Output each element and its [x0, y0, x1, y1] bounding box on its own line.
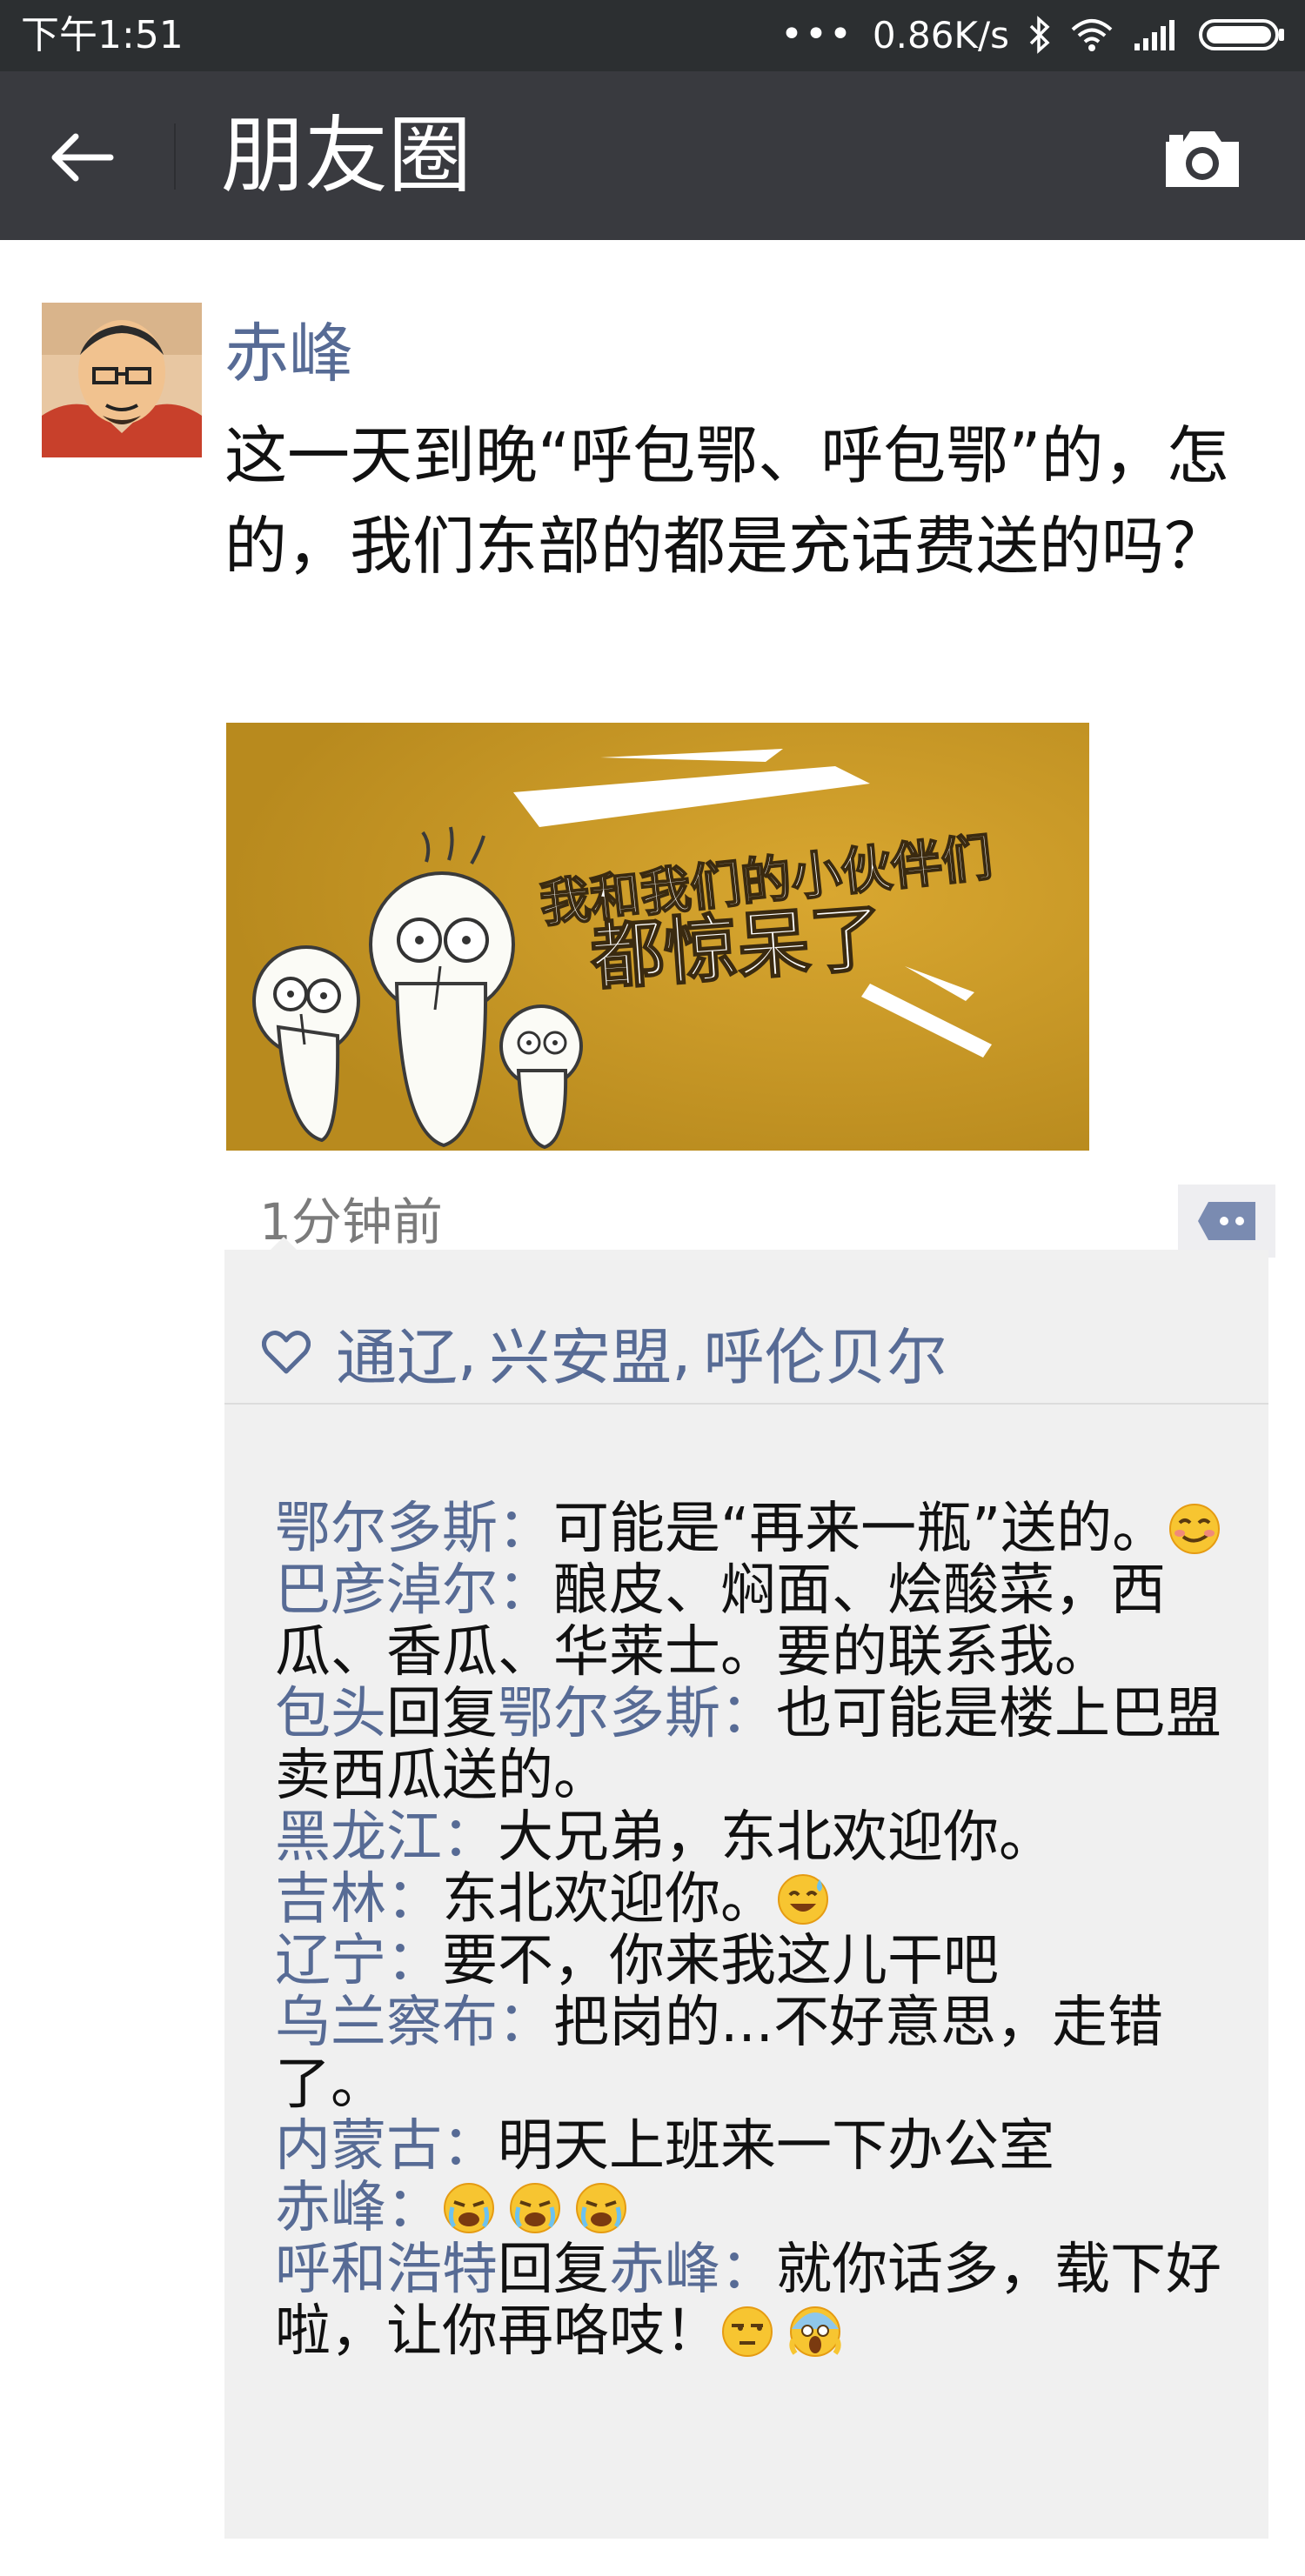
- crying-emoji-icon: [574, 2181, 628, 2235]
- title-bar: 朋友圈: [0, 71, 1305, 240]
- unamused-emoji-icon: [720, 2305, 774, 2359]
- comment-colon: ：: [386, 1929, 442, 1993]
- post-text: 这一天到晚“呼包鄂、呼包鄂”的，怎的，我们东部的都是充话费送的吗？: [224, 419, 1229, 583]
- status-bar: 下午1:51 ••• 0.86K/s: [0, 0, 1305, 71]
- like-separator: ,: [458, 1317, 478, 1388]
- comment-menu-icon: [1198, 1202, 1255, 1240]
- like-user[interactable]: 呼伦贝尔: [704, 1309, 947, 1397]
- title-divider: [174, 123, 176, 190]
- reply-word: 回复: [386, 1682, 498, 1746]
- like-user[interactable]: 通辽: [336, 1309, 458, 1397]
- meme-illustration: 我和我们的小伙伴们 都惊呆了: [226, 723, 1089, 1151]
- comment-colon: ：: [498, 1558, 553, 1623]
- heart-icon: [259, 1325, 313, 1379]
- comment-colon: ：: [386, 2176, 442, 2240]
- status-right: ••• 0.86K/s: [780, 10, 1286, 59]
- comment-item[interactable]: 内蒙古：明天上班来一下办公室: [275, 2116, 1249, 2178]
- page-title: 朋友圈: [221, 107, 472, 204]
- reply-target[interactable]: 赤峰: [609, 2238, 720, 2302]
- comment-item[interactable]: 巴彦淖尔：酿皮、焖面、烩酸菜，西瓜、香瓜、华莱士。要的联系我。: [275, 1560, 1249, 1684]
- comment-author[interactable]: 呼和浩特: [275, 2238, 498, 2302]
- status-time: 下午1:51: [21, 13, 184, 57]
- comment-colon: ：: [386, 1867, 442, 1932]
- comment-colon: ：: [498, 1991, 553, 2055]
- comment-item[interactable]: 黑龙江：大兄弟，东北欢迎你。: [275, 1807, 1249, 1869]
- comment-item[interactable]: 呼和浩特回复赤峰：就你话多，载下好啦，让你再咯吱！: [275, 2239, 1249, 2363]
- back-button[interactable]: [45, 121, 118, 194]
- avatar-cartoon: [42, 303, 202, 457]
- comment-author[interactable]: 鄂尔多斯: [275, 1497, 498, 1561]
- post-image[interactable]: 我和我们的小伙伴们 都惊呆了: [226, 723, 1089, 1151]
- crying-emoji-icon: [508, 2181, 562, 2235]
- comment-item[interactable]: 辽宁：要不，你来我这儿干吧: [275, 1931, 1249, 1992]
- scream-emoji-icon: [788, 2305, 842, 2359]
- smirk-emoji-icon: [1168, 1502, 1221, 1556]
- comment-text: 可能是“再来一瓶”送的。: [553, 1497, 1168, 1561]
- comment-list: 鄂尔多斯：可能是“再来一瓶”送的。 巴彦淖尔：酿皮、焖面、烩酸菜，西瓜、香瓜、华…: [275, 1498, 1249, 2363]
- comment-colon: ：: [442, 2114, 498, 2179]
- reply-target[interactable]: 鄂尔多斯: [498, 1682, 720, 1746]
- reply-word: 回复: [498, 2238, 609, 2302]
- comments-panel: 通辽, 兴安盟, 呼伦贝尔 鄂尔多斯：可能是“再来一瓶”送的。 巴彦淖尔：酿皮、…: [224, 1250, 1268, 2539]
- comment-item[interactable]: 赤峰：: [275, 2178, 1249, 2239]
- wifi-icon: [1070, 17, 1114, 52]
- camera-icon: [1166, 131, 1239, 187]
- comment-action-button[interactable]: [1178, 1185, 1275, 1258]
- comment-item[interactable]: 包头回复鄂尔多斯：也可能是楼上巴盟卖西瓜送的。: [275, 1684, 1249, 1807]
- likes-divider: [224, 1403, 1268, 1405]
- status-dots: •••: [780, 12, 853, 57]
- post-author[interactable]: 赤峰: [224, 315, 353, 393]
- comment-item[interactable]: 鄂尔多斯：可能是“再来一瓶”送的。: [275, 1498, 1249, 1560]
- comment-colon: ：: [442, 1805, 498, 1870]
- like-user[interactable]: 兴安盟: [489, 1309, 672, 1397]
- comment-text: 大兄弟，东北欢迎你。: [498, 1805, 1054, 1870]
- comment-text: 东北欢迎你。: [442, 1867, 776, 1932]
- arrow-left-icon: [51, 133, 114, 182]
- comment-author[interactable]: 乌兰察布: [275, 1991, 498, 2055]
- comment-author[interactable]: 巴彦淖尔: [275, 1558, 498, 1623]
- network-speed: 0.86K/s: [872, 13, 1009, 57]
- avatar[interactable]: [42, 303, 202, 457]
- comment-colon: ：: [498, 1497, 553, 1561]
- comment-colon: ：: [720, 1682, 776, 1746]
- likes-row: 通辽, 兴安盟, 呼伦贝尔: [224, 1302, 1268, 1403]
- battery-icon: [1199, 17, 1286, 52]
- comment-author[interactable]: 吉林: [275, 1867, 386, 1932]
- comment-item[interactable]: 乌兰察布：把岗的...不好意思，走错了。: [275, 1992, 1249, 2116]
- comment-text: 要不，你来我这儿干吧: [442, 1929, 999, 1993]
- camera-button[interactable]: [1161, 123, 1244, 193]
- comment-text: 明天上班来一下办公室: [498, 2114, 1054, 2179]
- comment-author[interactable]: 内蒙古: [275, 2114, 442, 2179]
- crying-emoji-icon: [442, 2181, 496, 2235]
- comment-colon: ：: [720, 2238, 776, 2302]
- comment-author[interactable]: 黑龙江: [275, 1805, 442, 1870]
- comment-item[interactable]: 吉林：东北欢迎你。: [275, 1869, 1249, 1931]
- comment-author[interactable]: 赤峰: [275, 2176, 386, 2240]
- sweat-smile-emoji-icon: [776, 1872, 830, 1926]
- bluetooth-icon: [1028, 16, 1051, 54]
- signal-icon: [1133, 17, 1180, 52]
- like-separator: ,: [672, 1317, 692, 1388]
- comment-author[interactable]: 包头: [275, 1682, 386, 1746]
- comment-author[interactable]: 辽宁: [275, 1929, 386, 1993]
